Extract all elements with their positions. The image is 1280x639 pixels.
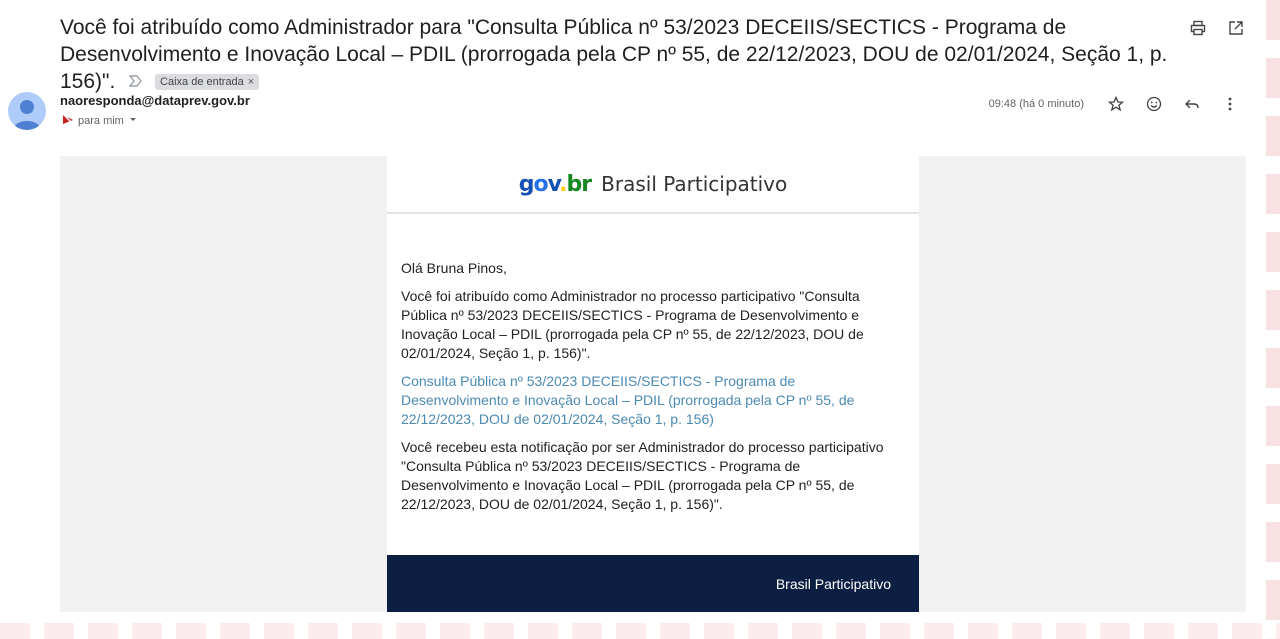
recipient-row[interactable]: para mim: [62, 113, 138, 128]
brand-name: Brasil Participativo: [601, 172, 788, 196]
external-sender-icon: [62, 113, 74, 128]
remove-label-button[interactable]: ×: [248, 76, 254, 88]
emoji-icon[interactable]: [1144, 94, 1164, 114]
greeting: Olá Bruna Pinos,: [401, 260, 507, 276]
message-content: Olá Bruna Pinos, Você foi atribuído como…: [387, 214, 919, 514]
brand-header: gov.br Brasil Participativo: [387, 156, 919, 214]
message-card: gov.br Brasil Participativo Olá Bruna Pi…: [387, 156, 919, 612]
message-footer: Brasil Participativo: [387, 555, 919, 612]
recipient-label: para mim: [78, 114, 124, 127]
footer-brand: Brasil Participativo: [775, 575, 891, 592]
star-icon[interactable]: [1106, 94, 1126, 114]
chevron-down-icon[interactable]: [128, 114, 138, 127]
email-body: gov.br Brasil Participativo Olá Bruna Pi…: [60, 156, 1246, 612]
background-pattern-bottom: [0, 623, 1280, 639]
message-time: 09:48 (há 0 minuto): [988, 98, 1084, 110]
email-subject: Você foi atribuído como Administrador pa…: [60, 14, 1180, 96]
govbr-logo: gov.br: [518, 171, 592, 197]
more-options-icon[interactable]: [1220, 94, 1240, 114]
inbox-label-chip[interactable]: Caixa de entrada ×: [155, 74, 260, 90]
inbox-label-text: Caixa de entrada: [160, 76, 244, 88]
print-icon[interactable]: [1188, 18, 1208, 38]
important-marker-icon[interactable]: [128, 69, 143, 96]
open-new-window-icon[interactable]: [1226, 18, 1246, 38]
avatar[interactable]: [8, 92, 46, 130]
reason-paragraph: Você recebeu esta notificação por ser Ad…: [401, 439, 884, 512]
process-link[interactable]: Consulta Pública nº 53/2023 DECEIIS/SECT…: [401, 373, 854, 427]
reply-icon[interactable]: [1182, 94, 1202, 114]
background-pattern-right: [1266, 0, 1280, 639]
notification-paragraph: Você foi atribuído como Administrador no…: [401, 288, 864, 361]
sender-address[interactable]: naoresponda@dataprev.gov.br: [60, 93, 250, 108]
